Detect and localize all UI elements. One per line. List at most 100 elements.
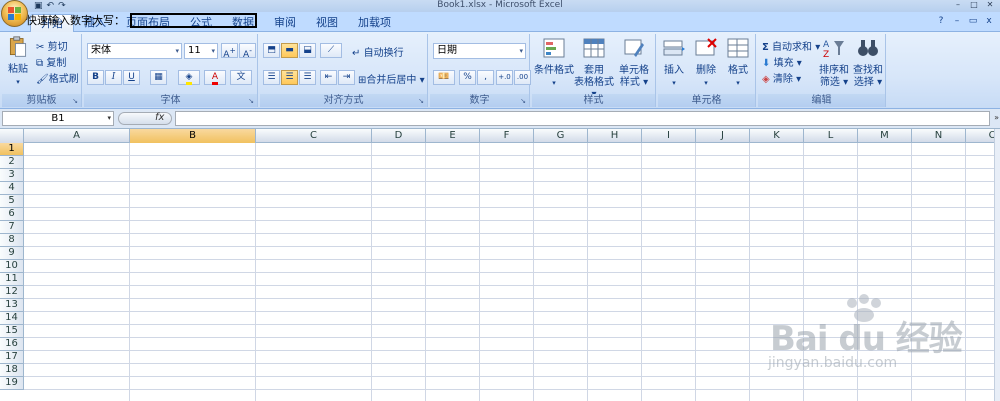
percent-button[interactable]: %: [459, 70, 476, 85]
increase-indent-button[interactable]: ⇥: [338, 70, 355, 85]
column-header-d[interactable]: D: [372, 129, 426, 143]
font-color-button[interactable]: A: [204, 70, 226, 85]
ribbon-close-icon[interactable]: x: [982, 15, 996, 28]
borders-button[interactable]: ▦: [150, 70, 167, 85]
row-header-5[interactable]: 5: [0, 195, 24, 208]
column-header-l[interactable]: L: [804, 129, 858, 143]
find-select-button[interactable]: 查找和 选择 ▾: [851, 37, 885, 89]
decrease-decimal-button[interactable]: .00: [514, 70, 531, 85]
row-header-12[interactable]: 12: [0, 286, 24, 299]
formula-input[interactable]: [175, 111, 990, 126]
ribbon-restore-icon[interactable]: ▭: [966, 15, 980, 28]
cells-area[interactable]: [24, 143, 1000, 401]
conditional-format-button[interactable]: 条件格式 ▾: [534, 37, 574, 89]
column-header-n[interactable]: N: [912, 129, 966, 143]
column-header-c[interactable]: C: [256, 129, 372, 143]
tab-review[interactable]: 审阅: [264, 14, 306, 32]
copy-button[interactable]: ⧉ 复制: [36, 54, 66, 70]
align-left-button[interactable]: ☰: [263, 70, 280, 85]
column-header-g[interactable]: G: [534, 129, 588, 143]
column-header-i[interactable]: I: [642, 129, 696, 143]
column-header-k[interactable]: K: [750, 129, 804, 143]
insert-cells-button[interactable]: 插入 ▾: [658, 37, 690, 89]
cut-button[interactable]: ✂ 剪切: [36, 38, 68, 54]
clear-button[interactable]: ◈ 清除 ▾: [762, 70, 801, 86]
name-box[interactable]: B1 ▾: [2, 111, 114, 126]
merge-center-button[interactable]: ⊞合并后居中 ▾: [358, 71, 425, 87]
font-size-select[interactable]: 11 ▾: [184, 43, 218, 59]
row-header-19[interactable]: 19: [0, 377, 24, 390]
orientation-button[interactable]: ⟋: [320, 43, 342, 58]
row-header-10[interactable]: 10: [0, 260, 24, 273]
comma-button[interactable]: ,: [477, 70, 494, 85]
row-header-7[interactable]: 7: [0, 221, 24, 234]
autosum-button[interactable]: Σ 自动求和 ▾: [762, 38, 820, 54]
grow-font-button[interactable]: A+: [221, 43, 238, 60]
decrease-indent-button[interactable]: ⇤: [320, 70, 337, 85]
row-header-15[interactable]: 15: [0, 325, 24, 338]
column-header-a[interactable]: A: [24, 129, 130, 143]
wrap-text-button[interactable]: ↵ 自动换行: [352, 44, 404, 60]
clipboard-launcher-icon[interactable]: ↘: [71, 97, 79, 105]
column-header-j[interactable]: J: [696, 129, 750, 143]
accounting-format-button[interactable]: 💴: [433, 70, 455, 85]
fill-color-button[interactable]: ◈: [178, 70, 200, 85]
number-format-select[interactable]: 日期 ▾: [433, 43, 526, 59]
align-center-button[interactable]: ☰: [281, 70, 298, 85]
cell-styles-button[interactable]: 单元格 样式 ▾: [614, 37, 654, 89]
bold-button[interactable]: B: [87, 70, 104, 85]
format-as-table-button[interactable]: 套用 表格格式 ▾: [574, 37, 614, 101]
increase-decimal-button[interactable]: +.0: [496, 70, 513, 85]
maximize-button[interactable]: □: [966, 0, 982, 10]
font-launcher-icon[interactable]: ↘: [247, 97, 255, 105]
italic-button[interactable]: I: [105, 70, 122, 85]
row-header-8[interactable]: 8: [0, 234, 24, 247]
row-header-17[interactable]: 17: [0, 351, 24, 364]
help-icon[interactable]: ?: [934, 15, 948, 28]
row-header-16[interactable]: 16: [0, 338, 24, 351]
select-all-corner[interactable]: [0, 129, 24, 143]
sort-filter-button[interactable]: AZ 排序和 筛选 ▾: [818, 37, 850, 89]
column-header-e[interactable]: E: [426, 129, 480, 143]
vertical-scrollbar[interactable]: [994, 129, 1000, 401]
row-header-1[interactable]: 1: [0, 143, 24, 156]
format-cells-button[interactable]: 格式 ▾: [722, 37, 754, 89]
tab-addins[interactable]: 加载项: [348, 14, 401, 32]
minimize-button[interactable]: –: [950, 0, 966, 10]
shrink-font-button[interactable]: A-: [239, 43, 256, 60]
expand-formula-bar-icon[interactable]: »: [994, 113, 999, 122]
column-header-m[interactable]: M: [858, 129, 912, 143]
fill-button[interactable]: ⬇ 填充 ▾: [762, 54, 802, 70]
format-painter-button[interactable]: 🖌格式刷: [36, 70, 79, 86]
paste-button[interactable]: 粘贴 ▾: [2, 36, 34, 88]
align-bottom-button[interactable]: ⬓: [299, 43, 316, 58]
alignment-launcher-icon[interactable]: ↘: [417, 97, 425, 105]
row-header-9[interactable]: 9: [0, 247, 24, 260]
cell-a1[interactable]: 快速输入数字大写：: [26, 14, 125, 27]
number-launcher-icon[interactable]: ↘: [519, 97, 527, 105]
row-header-2[interactable]: 2: [0, 156, 24, 169]
row-header-11[interactable]: 11: [0, 273, 24, 286]
tab-view[interactable]: 视图: [306, 14, 348, 32]
column-header-b[interactable]: B: [130, 129, 256, 143]
office-button[interactable]: [1, 0, 28, 27]
row-header-13[interactable]: 13: [0, 299, 24, 312]
close-button[interactable]: ✕: [982, 0, 998, 10]
ribbon-minimize-icon[interactable]: –: [950, 15, 964, 28]
row-header-18[interactable]: 18: [0, 364, 24, 377]
underline-button[interactable]: U: [123, 70, 140, 85]
column-header-h[interactable]: H: [588, 129, 642, 143]
font-name-select[interactable]: 宋体 ▾: [87, 43, 182, 59]
align-top-button[interactable]: ⬒: [263, 43, 280, 58]
phonetic-button[interactable]: 文: [230, 70, 252, 85]
active-cell-b1[interactable]: [130, 13, 257, 28]
insert-function-button[interactable]: fx: [155, 112, 164, 123]
align-right-button[interactable]: ☰: [299, 70, 316, 85]
row-header-14[interactable]: 14: [0, 312, 24, 325]
row-header-3[interactable]: 3: [0, 169, 24, 182]
align-middle-button[interactable]: ▬: [281, 43, 298, 58]
column-header-f[interactable]: F: [480, 129, 534, 143]
row-header-6[interactable]: 6: [0, 208, 24, 221]
row-header-4[interactable]: 4: [0, 182, 24, 195]
delete-cells-button[interactable]: 删除 ▾: [690, 37, 722, 89]
